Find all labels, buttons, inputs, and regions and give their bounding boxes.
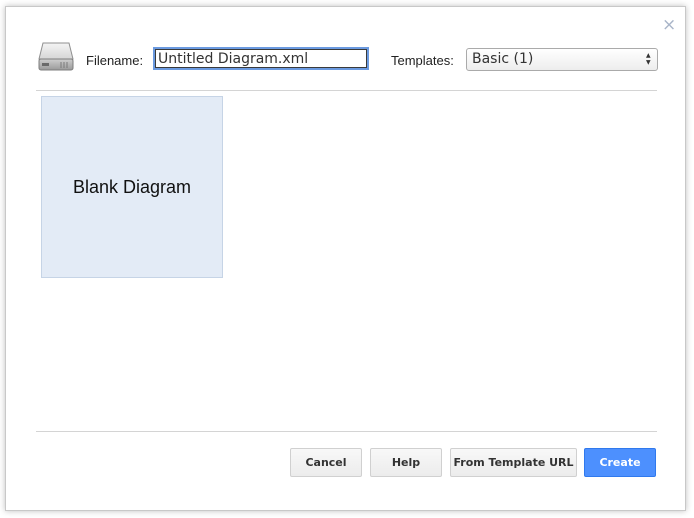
divider-top — [36, 90, 657, 91]
help-button[interactable]: Help — [370, 448, 442, 477]
template-tile-blank-diagram[interactable]: Blank Diagram — [41, 96, 223, 278]
filename-input[interactable] — [153, 47, 369, 70]
cancel-button[interactable]: Cancel — [290, 448, 362, 477]
filename-label: Filename: — [86, 53, 144, 68]
divider-bottom — [36, 431, 657, 432]
create-button[interactable]: Create — [584, 448, 656, 477]
from-template-url-button[interactable]: From Template URL — [450, 448, 577, 477]
close-icon[interactable]: × — [662, 17, 676, 34]
template-tile-label: Blank Diagram — [72, 176, 192, 197]
new-diagram-dialog: × Filename: Templates: Basic (1 — [5, 6, 686, 511]
templates-select[interactable]: Basic (1) ▲ ▼ — [466, 48, 658, 71]
hard-drive-icon — [37, 41, 75, 73]
templates-label: Templates: — [391, 53, 454, 68]
select-arrows-icon: ▲ ▼ — [646, 52, 651, 66]
templates-select-value: Basic (1) — [472, 51, 534, 67]
